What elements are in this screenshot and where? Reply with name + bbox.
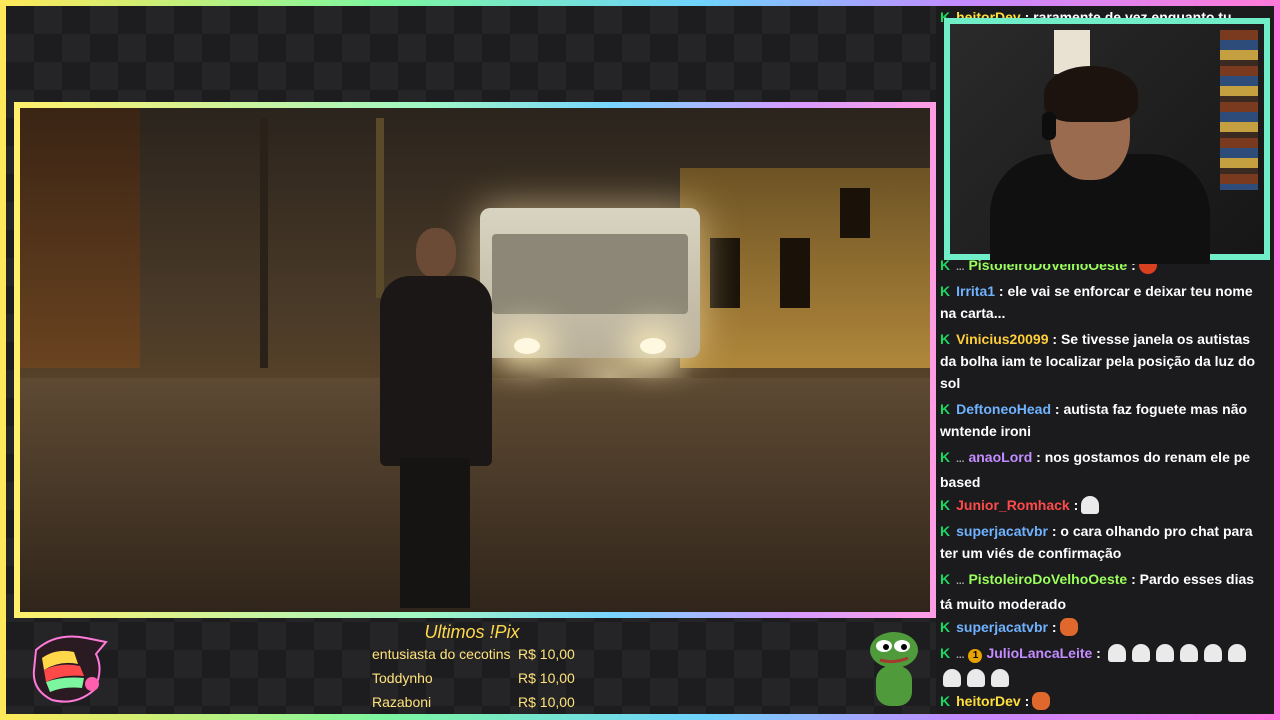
lamp-post [260,118,268,368]
pix-donor-name: Toddynho [372,670,433,686]
chat-username[interactable]: superjacatvbr [956,619,1048,635]
chat-message: KheitorDev : [940,690,1266,712]
pepe-icon [870,632,918,706]
pix-amount: R$ 10,00 [518,646,575,662]
webcam-overlay [944,18,1270,264]
ghost-emote-icon [1155,644,1174,662]
chat-message: K Junior_Romhack : [940,494,1266,516]
bus [480,208,700,358]
pix-amount: R$ 10,00 [518,670,575,686]
chat-badge: ... [956,454,965,465]
k-badge-icon: K [940,331,951,347]
chat-message: K... 1 JulioLancaLeite : [940,642,1266,689]
chat-text: : [1092,645,1101,661]
ghost-emote-icon [1131,644,1150,662]
building-left [20,108,140,368]
chat-badge: ... [956,650,965,661]
chat-message: K Vinicius20099 : Se tivesse janela os au… [940,328,1266,394]
k-badge-icon: K [940,571,951,587]
chat-username[interactable]: PistoleiroDoVelhoOeste [968,571,1127,587]
chat-username[interactable]: Junior_Romhack [956,497,1070,513]
pix-donor-name: entusiasta do cecotins [372,646,511,662]
ghost-emote-icon [1203,644,1222,662]
ghost-emote-icon [943,669,961,687]
chat-badge: ... [956,576,965,587]
bird-logo-icon [32,635,108,703]
chat-username[interactable]: superjacatvbr [956,523,1048,539]
pix-donor-name: Razaboni [372,694,432,710]
pix-amount: R$ 10,00 [518,694,575,710]
chat-message: Ksuperjacatvbr : [940,616,1266,638]
pix-title: Ultimos !Pix [424,622,520,642]
k-badge-icon: K [940,283,951,299]
chat-message: K... PistoleiroDoVelhoOeste : Pardo esses… [940,568,1266,615]
chat-username[interactable]: anaoLord [968,449,1032,465]
chat-message: K DeftoneoHead : autista faz foguete mas … [940,398,1266,442]
ghost-emote-icon [991,669,1009,687]
chat-text: : [1047,619,1057,635]
chat-username[interactable]: JulioLancaLeite [986,645,1092,661]
chat-username[interactable]: DeftoneoHead [956,401,1051,417]
chat-text: : [1069,497,1079,513]
ghost-emote-icon [1081,496,1100,514]
chat-message: Ksuperjacatvbr : o cara olhando pro chat… [940,520,1266,564]
video-scene [20,108,930,612]
chat-text: : [1020,693,1030,709]
ghost-emote-icon [1179,644,1198,662]
man-figure [366,228,506,608]
ghost-emote-icon [967,669,985,687]
sub-badge: 1 [968,649,983,663]
k-badge-icon: K [940,401,951,417]
chat-message: K Irrita1 : ele vai se enforcar e deixar … [940,280,1266,324]
crab-emote-icon [1032,692,1051,710]
main-video[interactable] [14,102,936,618]
k-badge-icon: K [940,523,951,539]
k-badge-icon: K [940,497,951,513]
k-badge-icon: K [940,619,951,635]
crab-emote-icon [1059,618,1078,636]
chat-badge: ... [956,262,965,273]
k-badge-icon: K [940,693,951,709]
k-badge-icon: K [940,645,951,661]
k-badge-icon: K [940,449,951,465]
streamer-hair [1044,66,1138,122]
chat-username[interactable]: Irrita1 [956,283,995,299]
chat-username[interactable]: heitorDev [956,693,1021,709]
chat-username[interactable]: Vinicius20099 [956,331,1048,347]
building-right [680,168,930,368]
bookshelf [1220,30,1258,190]
ghost-emote-icon [1107,644,1126,662]
ghost-emote-icon [1227,644,1246,662]
chat-message: K... anaoLord : nos gostamos do renam ele… [940,446,1266,493]
headset-icon [1042,112,1056,140]
